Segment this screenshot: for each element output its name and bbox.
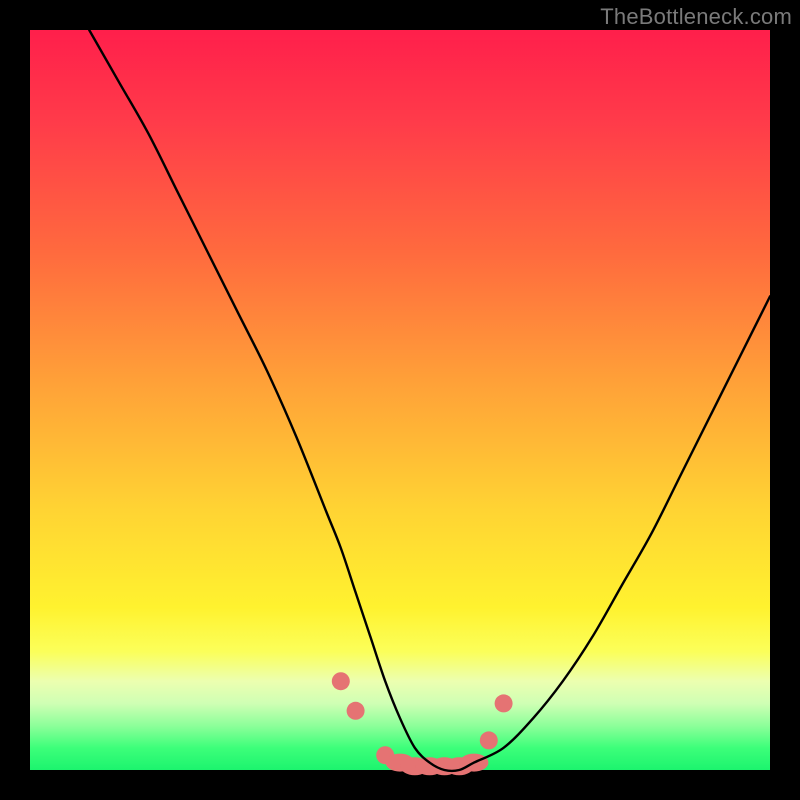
highlight-dot [332,672,350,690]
chart-frame: TheBottleneck.com [0,0,800,800]
plot-area [30,30,770,770]
watermark-text: TheBottleneck.com [600,4,792,30]
highlight-dot [480,731,498,749]
highlight-dot [495,694,513,712]
curve-layer [30,30,770,770]
marker-group [332,672,513,775]
highlight-dot [347,702,365,720]
bottleneck-curve [89,30,770,771]
